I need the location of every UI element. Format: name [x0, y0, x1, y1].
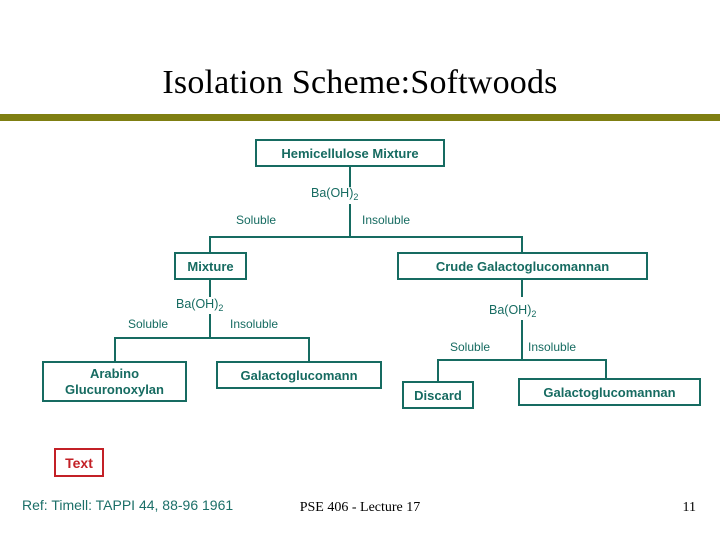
connector-mixture-stem-lower [209, 314, 211, 338]
edge-label-insoluble-2: Insoluble [230, 317, 279, 331]
node-label: Hemicellulose Mixture [281, 145, 419, 161]
connector-drop-arabino [114, 337, 116, 361]
connector-drop-galactoglucomann [308, 337, 310, 361]
connector-drop-discard [437, 359, 439, 381]
node-label: Arabino Glucuronoxylan [65, 365, 164, 397]
connector-crude-stem-lower [521, 320, 523, 360]
edge-label-soluble-3: Soluble [450, 340, 491, 354]
footer-lecture-title: PSE 406 - Lecture 17 [299, 500, 421, 515]
edge-label-insoluble-3: Insoluble [528, 340, 577, 354]
node-crude-galactoglucomannan: Crude Galactoglucomannan [397, 252, 648, 280]
reagent-subscript: 2 [218, 303, 224, 313]
node-label: Galactoglucomann [240, 367, 358, 383]
node-label: Discard [414, 387, 462, 403]
edge-label-reagent-2: Ba(OH)2 [176, 297, 224, 313]
node-arabino-glucuronoxylan: Arabino Glucuronoxylan [42, 361, 187, 402]
connector-root-stem [349, 167, 351, 187]
title-divider [0, 114, 720, 121]
footer-page-number: 11 [682, 500, 696, 515]
edge-label-reagent-1: Ba(OH)2 [311, 186, 359, 202]
text-callout-label: Text [65, 454, 93, 471]
node-galactoglucomannan: Galactoglucomannan [518, 378, 701, 406]
node-galactoglucomann: Galactoglucomann [216, 361, 382, 389]
reagent-text: Ba(OH) [311, 186, 354, 200]
connector-mixture-stem [209, 280, 211, 297]
connector-bus-right-subtree [437, 359, 607, 361]
edge-label-soluble-2: Soluble [128, 317, 169, 331]
node-label: Mixture [187, 258, 234, 274]
node-hemicellulose-mixture: Hemicellulose Mixture [255, 139, 445, 167]
reagent-subscript: 2 [531, 309, 537, 319]
reagent-text: Ba(OH) [176, 297, 219, 311]
edge-label-reagent-3: Ba(OH)2 [489, 303, 537, 319]
node-label: Crude Galactoglucomannan [435, 258, 610, 274]
edge-label-soluble-1: Soluble [236, 213, 277, 227]
node-discard: Discard [402, 381, 474, 409]
node-label: Galactoglucomannan [543, 384, 676, 400]
text-callout-box: Text [54, 448, 104, 477]
node-mixture: Mixture [174, 252, 247, 280]
connector-drop-left-1 [209, 236, 211, 252]
connector-drop-right-1 [521, 236, 523, 252]
connector-bus-level1 [209, 236, 523, 238]
connector-root-stem-lower [349, 204, 351, 237]
slide-canvas: Isolation Scheme:Softwoods Hemicellulose… [0, 0, 720, 540]
page-title: Isolation Scheme:Softwoods [162, 64, 558, 101]
reagent-subscript: 2 [353, 192, 359, 202]
edge-label-insoluble-1: Insoluble [362, 213, 411, 227]
reagent-text: Ba(OH) [489, 303, 532, 317]
connector-bus-left-subtree [114, 337, 310, 339]
connector-crude-stem [521, 280, 523, 297]
